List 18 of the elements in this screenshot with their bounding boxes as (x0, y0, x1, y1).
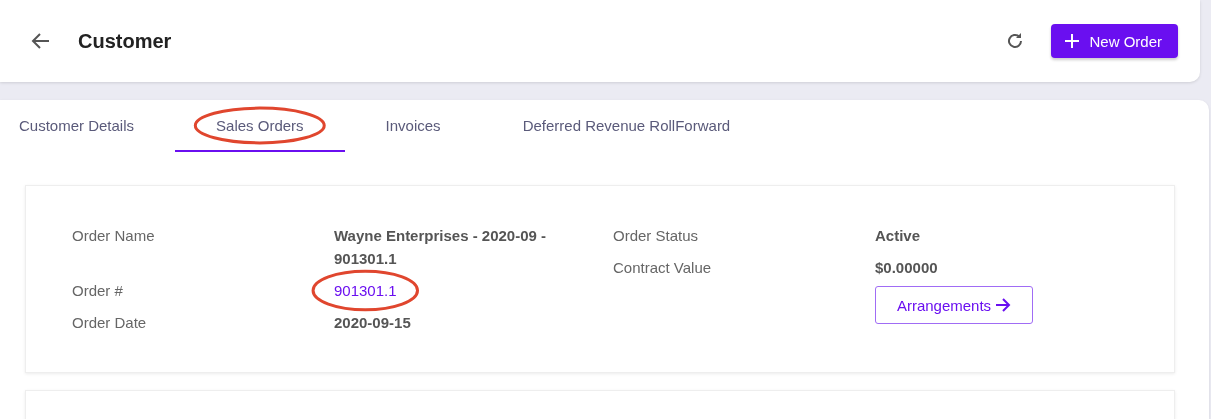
tab[interactable]: Customer Details (0, 108, 176, 152)
right-arrow-icon (995, 298, 1012, 312)
page-title: Customer (78, 29, 173, 53)
new-order-button[interactable]: New Order (1051, 24, 1178, 58)
field-label: Order # (72, 281, 124, 301)
field-label: Order Name (72, 226, 156, 246)
field-label: Order Date (72, 313, 148, 333)
field-value: $0.00000 (875, 258, 938, 278)
arrangements-button[interactable]: Arrangements (875, 286, 1033, 324)
field-label: Order Status (613, 226, 700, 246)
plus-icon (1065, 34, 1080, 48)
field-label: Contract Value (613, 258, 713, 278)
field-value: 2020-09-15 (334, 313, 411, 333)
field-value: Wayne Enterprises - 2020-09 - 901301.1 (334, 226, 548, 269)
field-value: Active (875, 226, 921, 246)
tab[interactable]: Deferred Revenue RollForward (481, 108, 772, 152)
tab[interactable]: Sales Orders (175, 108, 345, 152)
tab[interactable]: Invoices (344, 108, 482, 152)
